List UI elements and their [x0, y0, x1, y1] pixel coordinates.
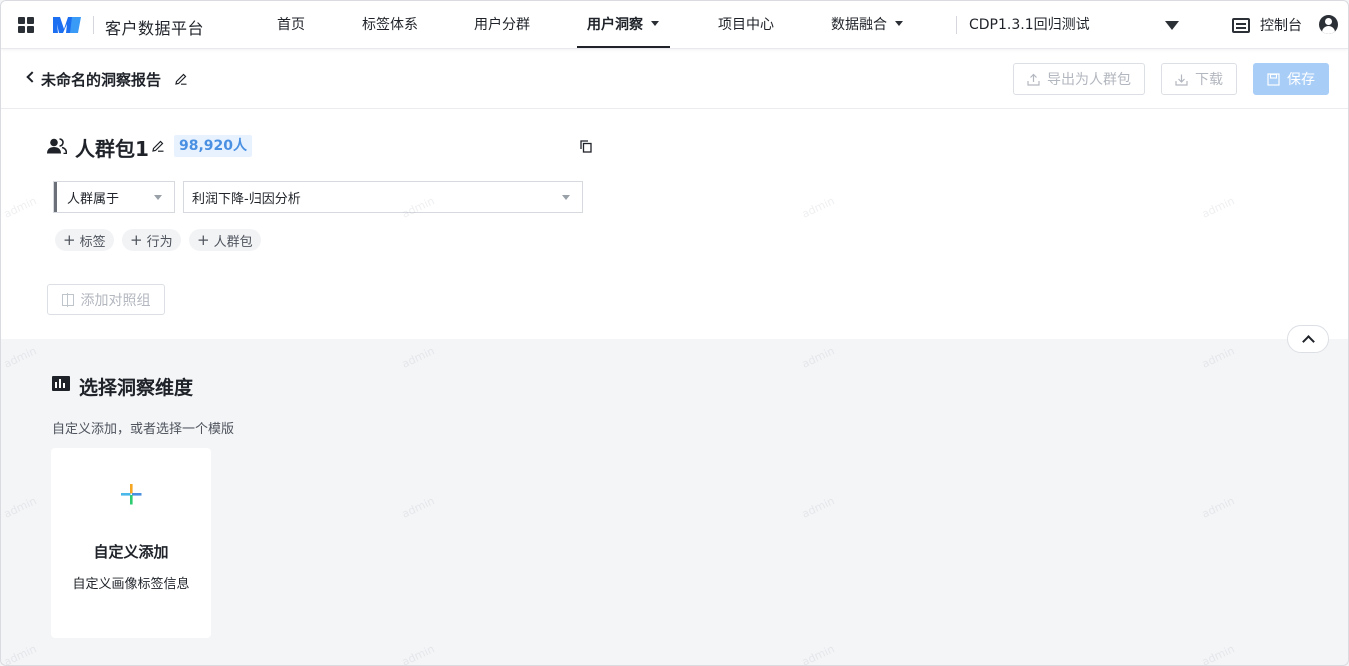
watermark: admin — [399, 642, 437, 666]
nav-item-label: 用户洞察 — [587, 17, 643, 33]
back-chevron-icon[interactable] — [26, 71, 38, 83]
custom-add-card[interactable]: 自定义添加 自定义画像标签信息 — [51, 448, 211, 638]
watermark: admin — [1, 344, 39, 371]
save-label: 保存 — [1287, 72, 1315, 88]
report-header: 未命名的洞察报告 导出为人群包 下载 保存 — [1, 49, 1348, 109]
watermark: admin — [1, 494, 39, 521]
save-icon — [1267, 72, 1280, 86]
nav-item-home[interactable]: 首页 — [277, 1, 305, 49]
compare-label: 添加对照组 — [80, 292, 151, 309]
add-crowd-chip[interactable]: + 人群包 — [189, 229, 261, 251]
nav-item-label: 数据融合 — [831, 17, 887, 33]
console-button[interactable]: 控制台 — [1232, 1, 1302, 49]
watermark: admin — [799, 642, 837, 666]
watermark: admin — [799, 494, 837, 521]
save-button[interactable]: 保存 — [1253, 63, 1329, 95]
watermark: admin — [799, 344, 837, 371]
compare-icon — [61, 292, 74, 307]
user-avatar-icon[interactable] — [1319, 15, 1338, 34]
select-accent-bar — [54, 182, 57, 212]
watermark: admin — [1199, 344, 1237, 371]
collapse-panel-button[interactable] — [1287, 325, 1329, 353]
plus-icon: + — [197, 230, 210, 249]
nav-item-label: 用户分群 — [474, 17, 530, 33]
add-compare-group-button[interactable]: 添加对照组 — [47, 284, 165, 315]
nav-item-tag-system[interactable]: 标签体系 — [362, 1, 418, 49]
nav-item-label: 项目中心 — [718, 17, 774, 33]
edit-title-pencil-icon[interactable] — [175, 73, 187, 85]
brand-title: 客户数据平台 — [105, 19, 205, 38]
plus-icon: + — [130, 230, 143, 249]
crowd-name: 人群包1 — [75, 137, 149, 161]
add-tag-chip[interactable]: + 标签 — [55, 229, 114, 251]
watermark: admin — [1, 642, 39, 666]
download-button[interactable]: 下载 — [1161, 63, 1237, 95]
project-divider — [956, 16, 957, 34]
watermark: admin — [399, 344, 437, 371]
select-caret-down-icon — [562, 195, 570, 200]
nav-item-user-insight[interactable]: 用户洞察 — [587, 1, 659, 49]
app-window: 客户数据平台 首页 标签体系 用户分群 用户洞察 项目中心 数据融合 CDP1.… — [0, 0, 1349, 666]
add-behavior-chip[interactable]: + 行为 — [122, 229, 181, 251]
chip-label: 标签 — [79, 234, 106, 250]
copy-icon[interactable] — [580, 140, 592, 153]
watermark: admin — [1199, 642, 1237, 666]
report-title: 未命名的洞察报告 — [41, 71, 162, 89]
chip-label: 行为 — [146, 234, 173, 250]
brand-divider — [93, 16, 94, 34]
crowd-package-value: 利润下降-归因分析 — [192, 191, 301, 207]
export-label: 导出为人群包 — [1047, 72, 1131, 88]
download-label: 下载 — [1195, 72, 1223, 88]
caret-down-icon — [651, 20, 659, 26]
plus-icon: + — [63, 230, 76, 249]
upload-icon — [1027, 73, 1040, 86]
crowd-relation-value: 人群属于 — [67, 191, 120, 207]
top-nav: 客户数据平台 首页 标签体系 用户分群 用户洞察 项目中心 数据融合 CDP1.… — [1, 1, 1348, 49]
select-caret-down-icon — [154, 195, 162, 200]
nav-item-user-segment[interactable]: 用户分群 — [474, 1, 530, 49]
nav-item-project-center[interactable]: 项目中心 — [718, 1, 774, 49]
watermark: admin — [399, 494, 437, 521]
insight-section-subtitle: 自定义添加，或者选择一个模版 — [52, 422, 235, 437]
custom-card-title: 自定义添加 — [93, 543, 169, 561]
caret-down-icon — [895, 20, 903, 26]
console-icon — [1232, 17, 1250, 33]
console-label: 控制台 — [1260, 18, 1302, 34]
nav-item-label: 首页 — [277, 17, 305, 33]
nav-item-data-fusion[interactable]: 数据融合 — [831, 1, 903, 49]
brand-logo[interactable] — [52, 14, 82, 36]
crowd-package-select[interactable]: 利润下降-归因分析 — [183, 181, 583, 213]
bar-chart-icon — [52, 376, 70, 391]
nav-active-indicator — [577, 46, 670, 48]
colorful-plus-icon — [121, 484, 142, 505]
grid-apps-icon[interactable] — [18, 17, 34, 33]
insight-section-title: 选择洞察维度 — [79, 377, 194, 399]
project-select[interactable]: CDP1.3.1回归测试 — [969, 1, 1090, 49]
crowd-relation-select[interactable]: 人群属于 — [53, 181, 175, 213]
watermark: admin — [1199, 494, 1237, 521]
chip-label: 人群包 — [213, 234, 253, 250]
custom-card-desc: 自定义画像标签信息 — [72, 577, 190, 592]
edit-crowd-pencil-icon[interactable] — [152, 140, 164, 152]
download-icon — [1175, 74, 1188, 86]
project-caret-down-icon[interactable] — [1165, 21, 1179, 30]
crowd-count-badge: 98,920人 — [174, 135, 253, 157]
crowd-panel: 人群包1 98,920人 人群属于 利润下降-归因分析 + 标签 + 行为 + 人群包… — [1, 109, 1348, 339]
people-icon — [47, 138, 67, 154]
nav-item-label: 标签体系 — [362, 17, 418, 33]
export-crowd-button[interactable]: 导出为人群包 — [1013, 63, 1145, 95]
